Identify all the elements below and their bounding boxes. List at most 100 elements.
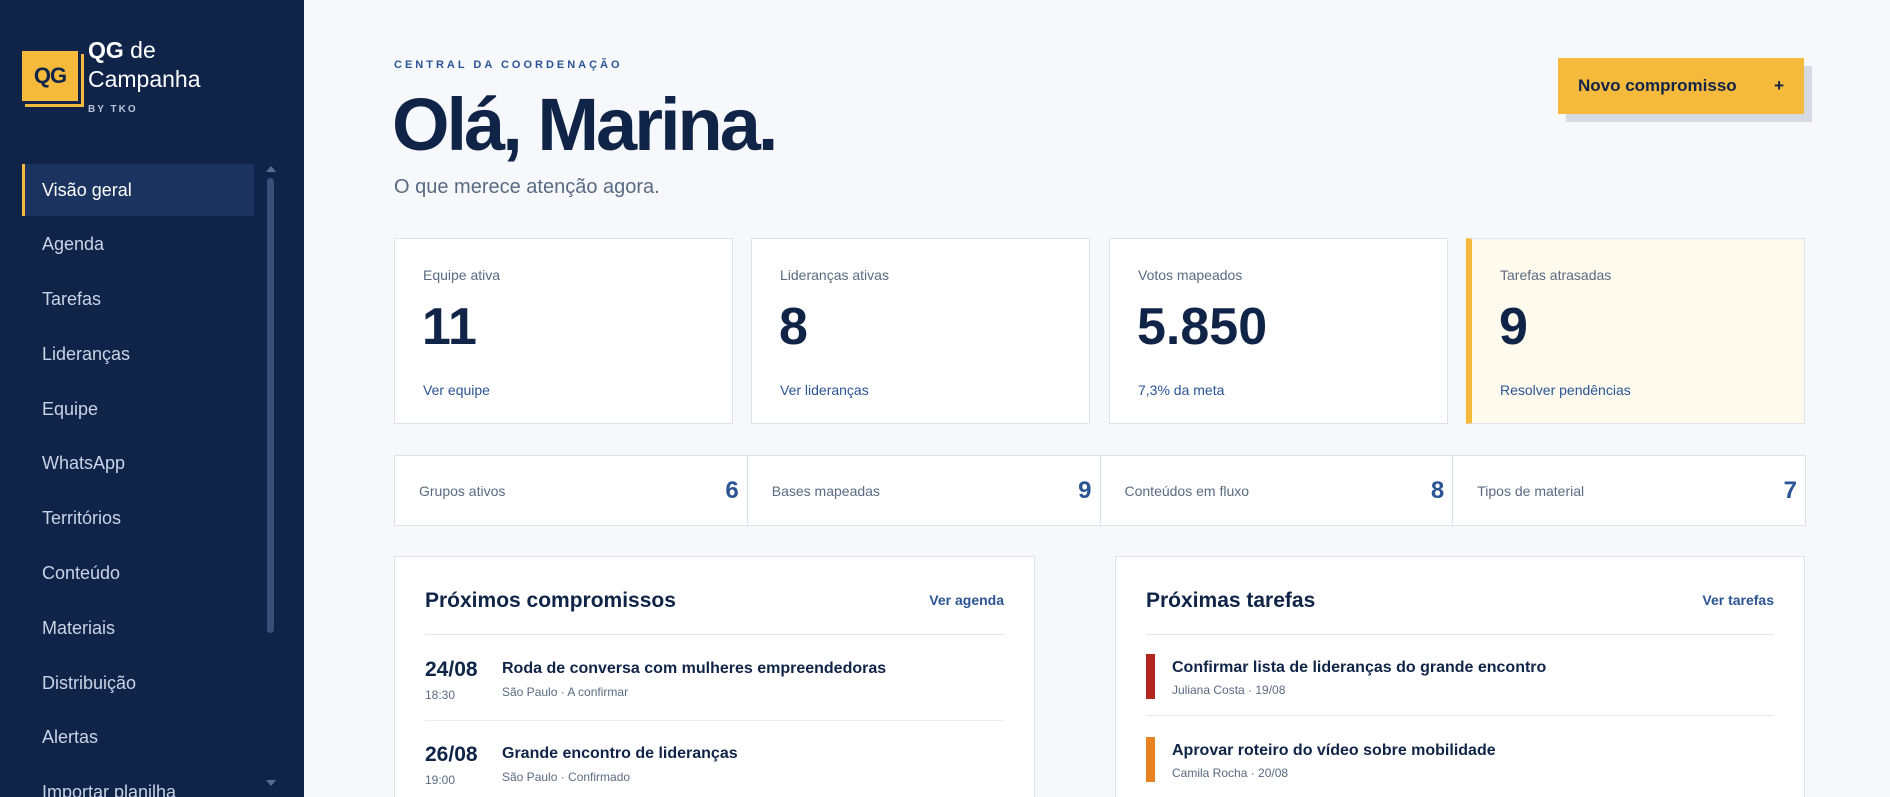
divider	[1146, 634, 1774, 635]
brand-title-bold: QG	[88, 37, 124, 63]
stat-value: 6	[725, 476, 739, 504]
sidebar-item-equipe[interactable]: Equipe	[22, 383, 254, 435]
sidebar-item-distribuicao[interactable]: Distribuição	[22, 657, 254, 709]
new-commitment-button[interactable]: Novo compromisso +	[1558, 58, 1804, 114]
stat-tipos-de-material: Tipos de material 7	[1452, 455, 1806, 526]
agenda-panel-title: Próximos compromissos	[425, 589, 676, 612]
kpi-label: Equipe ativa	[423, 267, 501, 283]
sidebar-item-label: WhatsApp	[42, 453, 126, 474]
divider	[425, 720, 1004, 721]
kpi-label: Votos mapeados	[1138, 267, 1243, 283]
kpi-card-tarefas-atrasadas: Tarefas atrasadas 9 Resolver pendências	[1466, 238, 1805, 424]
brand-title-rest: de	[123, 37, 156, 63]
main-content: CENTRAL DA COORDENAÇÃO Olá, Marina. O qu…	[304, 0, 1890, 797]
task-meta: Camila Rocha · 20/08	[1172, 766, 1289, 780]
sidebar-item-label: Distribuição	[42, 672, 137, 693]
kpi-label: Tarefas atrasadas	[1500, 267, 1612, 283]
sidebar-item-label: Visão geral	[42, 179, 132, 200]
sidebar-item-label: Agenda	[42, 234, 105, 255]
task-priority-bar	[1146, 737, 1155, 782]
agenda-event[interactable]: 26/08 19:00 Grande encontro de liderança…	[425, 743, 1004, 797]
kpi-value: 9	[1499, 298, 1528, 356]
divider	[1146, 715, 1774, 716]
stat-label: Conteúdos em fluxo	[1124, 482, 1250, 499]
kpi-value: 8	[779, 298, 808, 356]
sidebar-scrollbar-thumb[interactable]	[267, 178, 274, 633]
task-item[interactable]: Confirmar lista de lideranças do grande …	[1146, 654, 1774, 738]
kpi-link[interactable]: Ver equipe	[423, 382, 490, 398]
kpi-card-votos: Votos mapeados 5.850 7,3% da meta	[1109, 238, 1448, 424]
tasks-panel-title: Próximas tarefas	[1146, 589, 1316, 612]
scroll-up-arrow-icon[interactable]	[266, 166, 276, 172]
view-agenda-link[interactable]: Ver agenda	[929, 592, 1004, 608]
stat-value: 8	[1430, 476, 1445, 504]
sidebar-item-label: Equipe	[42, 398, 99, 419]
sidebar-item-tarefas[interactable]: Tarefas	[22, 274, 254, 326]
sidebar-item-agenda[interactable]: Agenda	[22, 219, 254, 271]
sidebar-item-label: Materiais	[42, 617, 116, 638]
event-meta: São Paulo · A confirmar	[502, 685, 629, 699]
event-meta: São Paulo · Confirmado	[502, 770, 631, 784]
stat-grupos-ativos: Grupos ativos 6	[394, 455, 748, 526]
sidebar: QG QG de Campanha BY TKO Visão geral Age…	[0, 0, 304, 797]
sidebar-item-liderancas[interactable]: Lideranças	[22, 328, 254, 380]
event-title: Roda de conversa com mulheres empreended…	[502, 660, 887, 677]
sidebar-item-materiais[interactable]: Materiais	[22, 602, 254, 654]
sidebar-item-label: Importar planilha	[42, 782, 177, 797]
page-subtitle: O que merece atenção agora.	[394, 176, 660, 198]
task-item[interactable]: Aprovar roteiro do vídeo sobre mobilidad…	[1146, 737, 1774, 797]
event-date: 24/08	[425, 658, 478, 681]
sidebar-item-visao-geral[interactable]: Visão geral	[22, 164, 254, 216]
kpi-link: 7,3% da meta	[1138, 382, 1225, 398]
stat-value: 9	[1078, 476, 1092, 504]
event-title: Grande encontro de lideranças	[502, 745, 738, 762]
sidebar-item-label: Lideranças	[42, 343, 131, 364]
sidebar-item-label: Territórios	[42, 508, 122, 529]
stat-conteudos-em-fluxo: Conteúdos em fluxo 8	[1099, 455, 1454, 526]
page-eyebrow: CENTRAL DA COORDENAÇÃO	[394, 59, 623, 71]
sidebar-item-label: Alertas	[42, 727, 99, 748]
new-commitment-label: Novo compromisso	[1578, 76, 1737, 95]
sidebar-item-label: Tarefas	[42, 289, 102, 310]
task-title: Confirmar lista de lideranças do grande …	[1172, 659, 1547, 676]
event-date: 26/08	[425, 743, 478, 766]
sidebar-item-alertas[interactable]: Alertas	[22, 712, 254, 764]
sidebar-nav: Visão geral Agenda Tarefas Lideranças Eq…	[22, 164, 254, 797]
kpi-card-equipe: Equipe ativa 11 Ver equipe	[394, 238, 733, 424]
task-meta: Juliana Costa · 19/08	[1172, 683, 1286, 697]
sidebar-item-territorios[interactable]: Territórios	[22, 493, 254, 545]
view-tasks-link[interactable]: Ver tarefas	[1702, 592, 1774, 608]
plus-icon: +	[1774, 76, 1784, 95]
page-title: Olá, Marina.	[392, 83, 778, 166]
brand[interactable]: QG QG de Campanha BY TKO	[22, 36, 201, 124]
event-time: 19:00	[425, 773, 456, 787]
agenda-panel: Próximos compromissos Ver agenda 24/08 1…	[394, 556, 1035, 797]
kpi-link[interactable]: Ver lideranças	[780, 382, 869, 398]
stat-label: Bases mapeadas	[771, 482, 880, 499]
stat-label: Grupos ativos	[419, 482, 506, 499]
sidebar-item-label: Conteúdo	[42, 563, 121, 584]
stat-label: Tipos de material	[1477, 482, 1585, 499]
sidebar-item-whatsapp[interactable]: WhatsApp	[22, 438, 254, 490]
kpi-label: Lideranças ativas	[780, 267, 889, 283]
qg-logo: QG	[22, 51, 84, 107]
task-priority-bar	[1146, 654, 1155, 699]
divider	[425, 634, 1004, 635]
kpi-value: 5.850	[1137, 298, 1268, 356]
tasks-panel: Próximas tarefas Ver tarefas Confirmar l…	[1115, 556, 1805, 797]
scroll-down-arrow-icon[interactable]	[266, 780, 276, 786]
agenda-event[interactable]: 24/08 18:30 Roda de conversa com mulhere…	[425, 658, 1004, 743]
brand-title: QG de Campanha BY TKO	[88, 36, 201, 124]
kpi-value: 11	[422, 298, 477, 356]
stat-value: 7	[1783, 476, 1797, 504]
sidebar-item-conteudo[interactable]: Conteúdo	[22, 548, 254, 600]
task-title: Aprovar roteiro do vídeo sobre mobilidad…	[1172, 742, 1496, 759]
kpi-card-liderancas: Lideranças ativas 8 Ver lideranças	[751, 238, 1090, 424]
brand-title-line2: Campanha	[88, 66, 201, 92]
event-time: 18:30	[425, 688, 456, 702]
brand-subtitle: BY TKO	[88, 104, 138, 115]
stat-bases-mapeadas: Bases mapeadas 9	[746, 455, 1101, 526]
kpi-link[interactable]: Resolver pendências	[1500, 382, 1631, 398]
sidebar-item-importar-planilha[interactable]: Importar planilha	[22, 767, 254, 797]
stats-strip: Grupos ativos 6 Bases mapeadas 9 Conteúd…	[394, 455, 1806, 526]
